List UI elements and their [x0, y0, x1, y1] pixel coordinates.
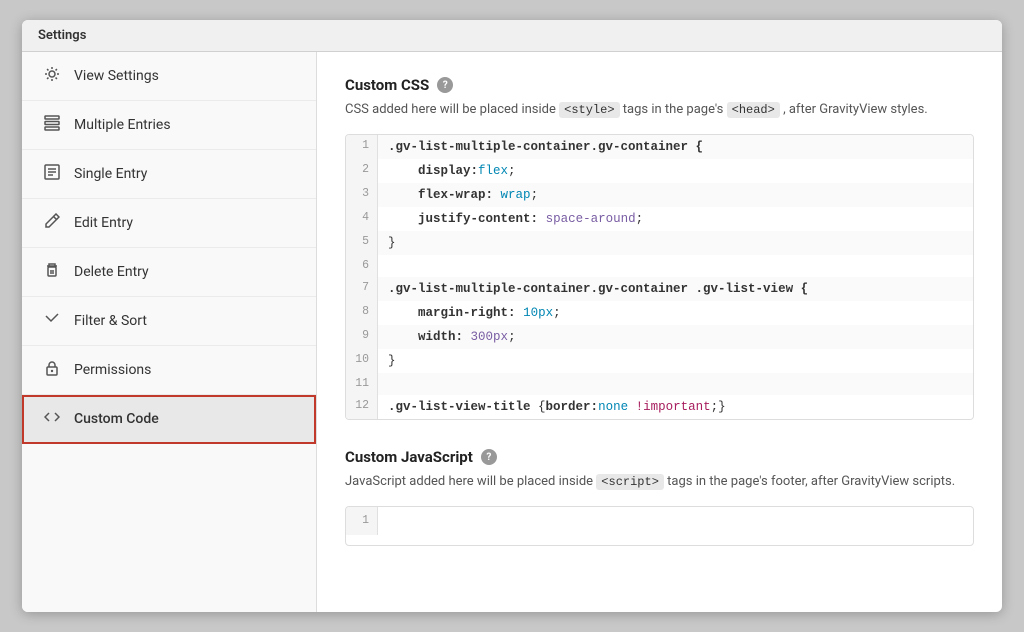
custom-js-desc: JavaScript added here will be placed ins…: [345, 472, 974, 492]
edit-entry-label: Edit Entry: [74, 215, 133, 231]
css-code-line: 11: [346, 373, 973, 395]
js-code-line: 1: [346, 507, 973, 535]
custom-css-title: Custom CSS ?: [345, 76, 974, 94]
script-tag: <script>: [596, 474, 664, 490]
js-help-icon[interactable]: ?: [481, 449, 497, 465]
css-code-line: 10}: [346, 349, 973, 373]
custom-js-title: Custom JavaScript ?: [345, 448, 974, 466]
multiple-entries-icon: [42, 115, 62, 135]
window-title: Settings: [22, 20, 1002, 52]
title-text: Settings: [38, 28, 86, 43]
js-editor[interactable]: 1: [345, 506, 974, 546]
settings-layout: View Settings Multiple Entries Single Entr…: [22, 52, 1002, 612]
main-content: Custom CSS ? CSS added here will be plac…: [317, 52, 1002, 612]
delete-entry-icon: [42, 262, 62, 282]
css-code-line: 12.gv-list-view-title {border:none !impo…: [346, 395, 973, 419]
sidebar-item-custom-code[interactable]: Custom Code: [22, 395, 316, 444]
delete-entry-label: Delete Entry: [74, 264, 149, 280]
css-code-line: 2 display:flex;: [346, 159, 973, 183]
css-code-line: 9 width: 300px;: [346, 325, 973, 349]
css-code-line: 3 flex-wrap: wrap;: [346, 183, 973, 207]
multiple-entries-label: Multiple Entries: [74, 117, 171, 133]
css-code-line: 5}: [346, 231, 973, 255]
filter-sort-label: Filter & Sort: [74, 313, 147, 329]
sidebar-item-filter-sort[interactable]: Filter & Sort: [22, 297, 316, 346]
single-entry-label: Single Entry: [74, 166, 147, 182]
sidebar-item-delete-entry[interactable]: Delete Entry: [22, 248, 316, 297]
css-code-line: 1.gv-list-multiple-container.gv-containe…: [346, 135, 973, 159]
custom-code-label: Custom Code: [74, 411, 159, 427]
css-code-line: 4 justify-content: space-around;: [346, 207, 973, 231]
css-code-line: 7.gv-list-multiple-container.gv-containe…: [346, 277, 973, 301]
view-settings-icon: [42, 66, 62, 86]
css-editor[interactable]: 1.gv-list-multiple-container.gv-containe…: [345, 134, 974, 421]
filter-sort-icon: [42, 311, 62, 331]
edit-entry-icon: [42, 213, 62, 233]
custom-css-desc: CSS added here will be placed inside <st…: [345, 100, 974, 120]
single-entry-icon: [42, 164, 62, 184]
permissions-label: Permissions: [74, 362, 151, 378]
custom-css-section: Custom CSS ? CSS added here will be plac…: [345, 76, 974, 420]
css-help-icon[interactable]: ?: [437, 77, 453, 93]
css-code-line: 8 margin-right: 10px;: [346, 301, 973, 325]
sidebar-item-edit-entry[interactable]: Edit Entry: [22, 199, 316, 248]
custom-js-section: Custom JavaScript ? JavaScript added her…: [345, 448, 974, 546]
sidebar: View Settings Multiple Entries Single Entr…: [22, 52, 317, 612]
settings-window: Settings View Settings Multiple Entries Si…: [22, 20, 1002, 612]
sidebar-item-single-entry[interactable]: Single Entry: [22, 150, 316, 199]
sidebar-item-permissions[interactable]: Permissions: [22, 346, 316, 395]
css-code-line: 6: [346, 255, 973, 277]
sidebar-item-view-settings[interactable]: View Settings: [22, 52, 316, 101]
permissions-icon: [42, 360, 62, 380]
sidebar-item-multiple-entries[interactable]: Multiple Entries: [22, 101, 316, 150]
view-settings-label: View Settings: [74, 68, 159, 84]
custom-code-icon: [42, 409, 62, 429]
